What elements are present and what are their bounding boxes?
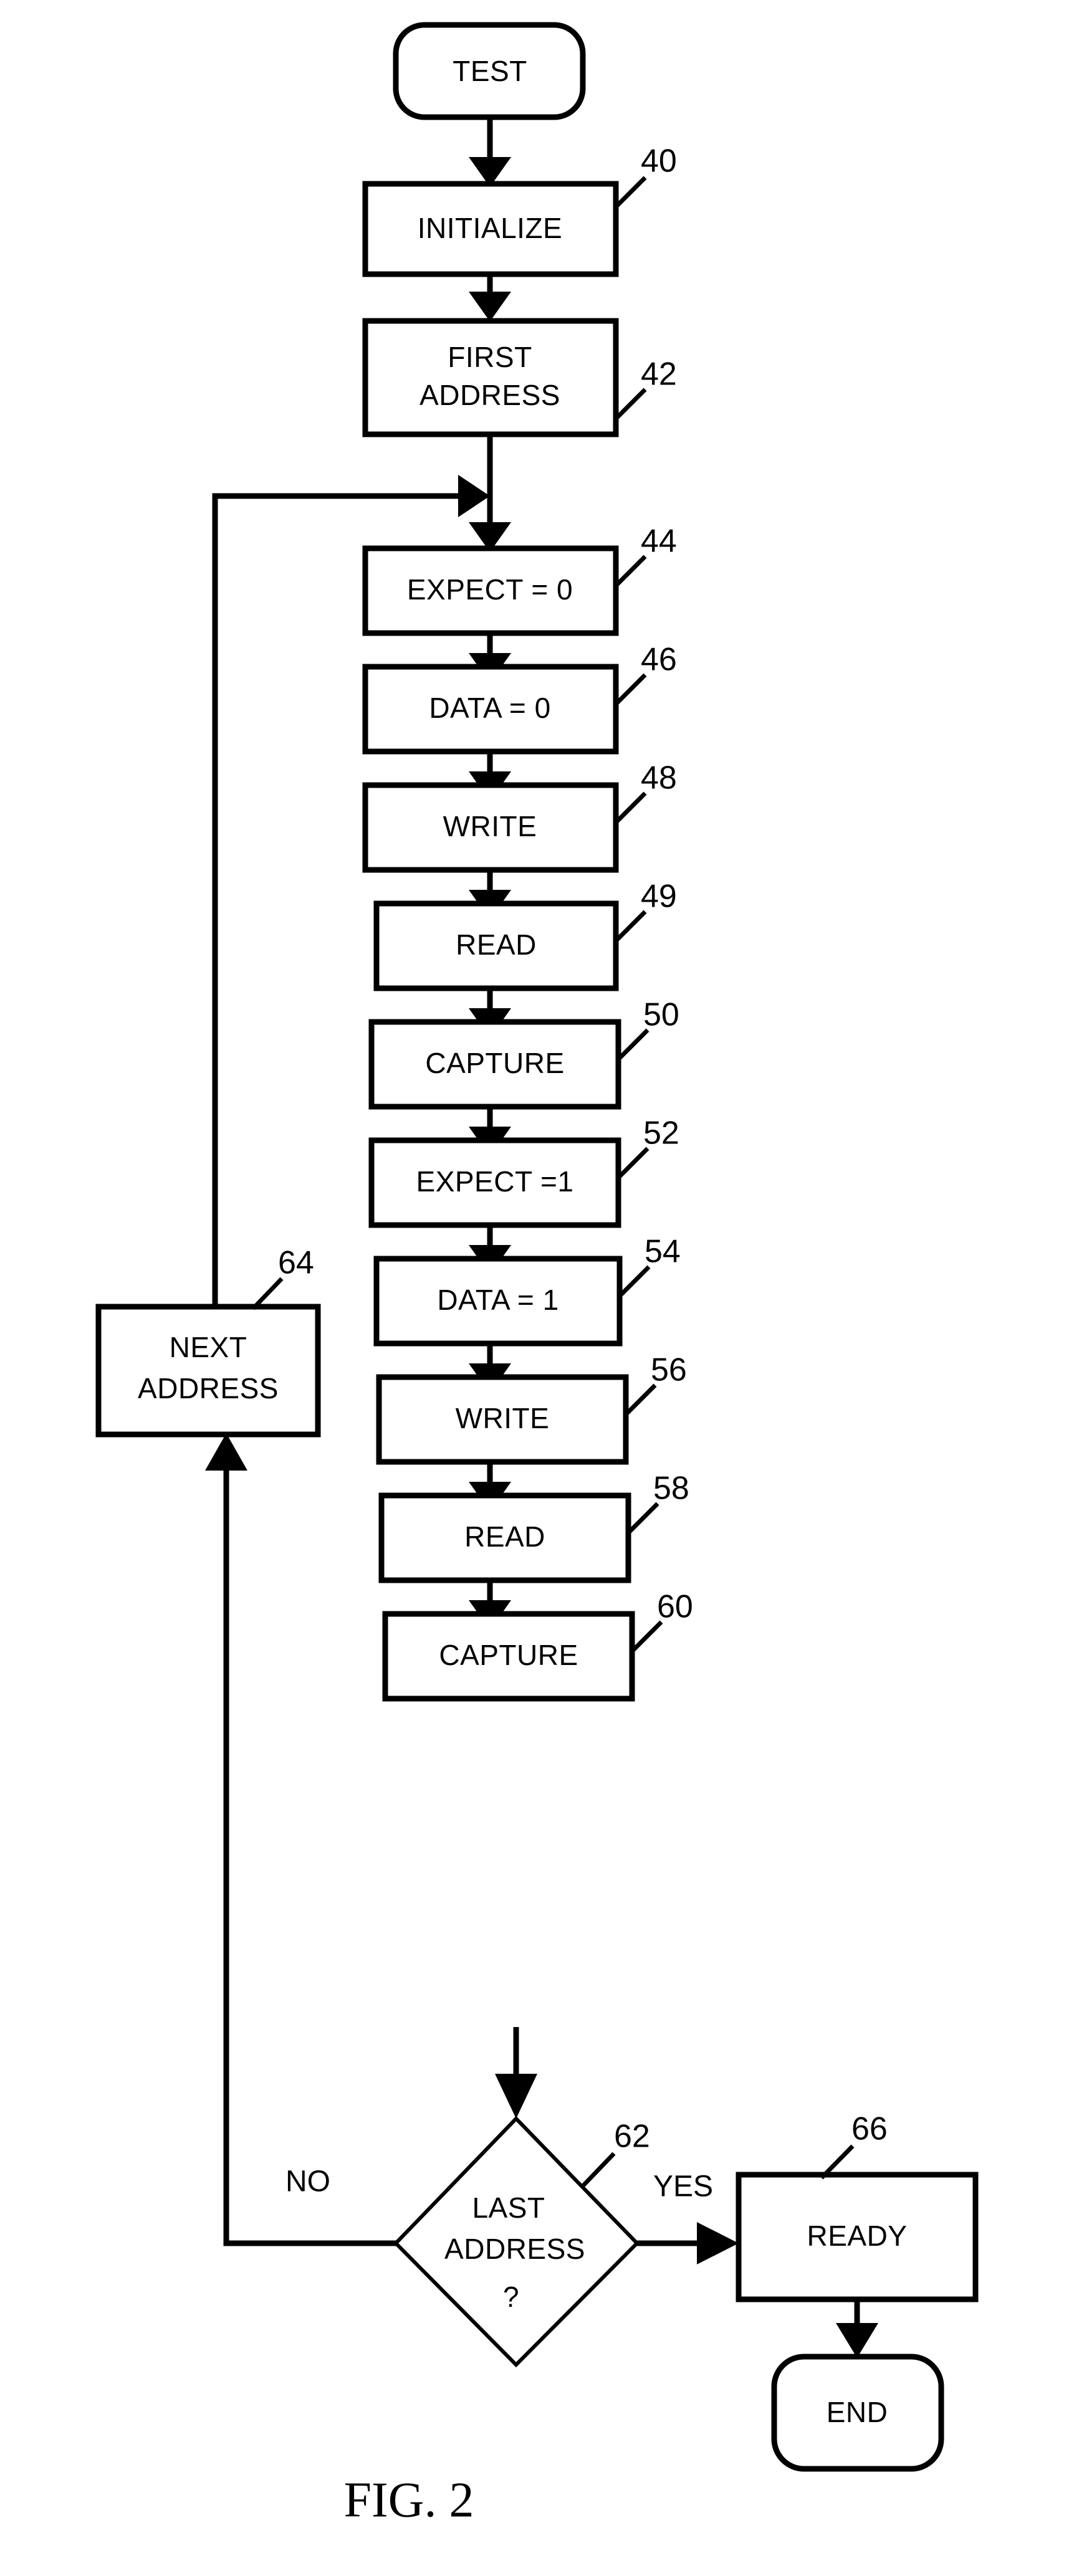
figure-root: TEST INITIALIZE 40 FIRST ADDRESS 42 EXPE… xyxy=(0,0,1069,2576)
next-address-shape xyxy=(95,1304,321,1438)
write-1-label: WRITE xyxy=(443,810,537,842)
next-address-label-line2: ADDRESS xyxy=(138,1372,279,1405)
branch-label-no: NO xyxy=(285,2165,330,2198)
first-address-label-line1: FIRST xyxy=(448,341,532,373)
ref-callout-50: 50 xyxy=(618,997,679,1060)
node-test-start[interactable]: TEST xyxy=(393,22,586,120)
ref-callout-60: 60 xyxy=(631,1589,693,1652)
node-data-0[interactable]: DATA = 0 xyxy=(362,664,619,755)
ref-number-50: 50 xyxy=(643,997,679,1033)
node-expect-0[interactable]: EXPECT = 0 xyxy=(362,545,619,636)
node-data-1[interactable]: DATA = 1 xyxy=(373,1256,623,1347)
ref-callout-42: 42 xyxy=(615,356,677,419)
node-first-address[interactable]: FIRST ADDRESS xyxy=(362,318,619,437)
next-address-label-line1: NEXT xyxy=(170,1331,247,1363)
ref-callout-49: 49 xyxy=(615,879,677,942)
node-initialize[interactable]: INITIALIZE xyxy=(362,181,619,277)
ref-number-62: 62 xyxy=(614,2119,650,2155)
ref-number-46: 46 xyxy=(641,642,677,678)
ref-number-64: 64 xyxy=(278,1245,314,1281)
node-read-1[interactable]: READ xyxy=(373,900,619,991)
ref-callout-58: 58 xyxy=(628,1471,689,1534)
ref-callout-52: 52 xyxy=(618,1115,679,1178)
node-next-address[interactable]: NEXT ADDRESS xyxy=(95,1304,321,1438)
node-ready[interactable]: READY xyxy=(736,2172,979,2302)
initialize-label: INITIALIZE xyxy=(418,212,562,244)
expect-1-label: EXPECT =1 xyxy=(416,1165,574,1198)
ref-callout-44: 44 xyxy=(615,523,677,586)
flowchart-canvas: TEST INITIALIZE 40 FIRST ADDRESS 42 EXPE… xyxy=(95,22,979,2527)
ref-callout-66: 66 xyxy=(820,2111,888,2180)
ref-callout-48: 48 xyxy=(615,760,677,823)
node-decision-last-address[interactable]: LAST ADDRESS ? xyxy=(393,2116,640,2368)
decision-label-line1: LAST xyxy=(472,2192,545,2224)
ref-number-44: 44 xyxy=(641,523,677,560)
connector-decision-yes-to-ready xyxy=(637,2222,739,2264)
data-1-label: DATA = 1 xyxy=(437,1284,558,1316)
connector-capture2-to-decision xyxy=(495,2027,537,2119)
ref-number-56: 56 xyxy=(651,1352,687,1388)
decision-label-line2: ADDRESS xyxy=(444,2233,585,2265)
node-capture-1[interactable]: CAPTURE xyxy=(368,1019,621,1110)
first-address-label-line2: ADDRESS xyxy=(419,379,560,411)
ref-callout-62: 62 xyxy=(582,2119,650,2187)
node-read-2[interactable]: READ xyxy=(378,1492,631,1583)
node-capture-2[interactable]: CAPTURE xyxy=(382,1611,635,1702)
ref-number-49: 49 xyxy=(641,879,677,915)
test-label: TEST xyxy=(453,55,527,87)
connector-initialize-to-first-address xyxy=(469,273,511,322)
ref-callout-56: 56 xyxy=(625,1352,687,1415)
ref-callout-54: 54 xyxy=(619,1234,681,1297)
connector-ready-to-end xyxy=(836,2301,878,2358)
node-write-2[interactable]: WRITE xyxy=(376,1374,629,1465)
ref-number-52: 52 xyxy=(643,1115,679,1152)
ref-number-58: 58 xyxy=(653,1471,689,1507)
ref-number-48: 48 xyxy=(641,760,677,796)
data-0-label: DATA = 0 xyxy=(429,692,550,724)
expect-0-label: EXPECT = 0 xyxy=(407,573,573,606)
ref-number-60: 60 xyxy=(657,1589,693,1625)
ref-callout-46: 46 xyxy=(615,642,677,705)
node-expect-1[interactable]: EXPECT =1 xyxy=(368,1137,621,1228)
read-2-label: READ xyxy=(464,1520,545,1553)
figure-caption: FIG. 2 xyxy=(344,2473,474,2527)
ref-callout-40: 40 xyxy=(615,143,677,208)
branch-label-yes: YES xyxy=(653,2170,713,2203)
ref-number-54: 54 xyxy=(645,1234,681,1270)
node-end[interactable]: END xyxy=(771,2354,944,2472)
capture-1-label: CAPTURE xyxy=(425,1047,564,1079)
write-2-label: WRITE xyxy=(456,1402,550,1434)
ref-number-42: 42 xyxy=(641,356,677,393)
ref-number-66: 66 xyxy=(851,2111,888,2147)
ready-label: READY xyxy=(807,2220,908,2252)
connector-start-to-initialize xyxy=(469,116,511,187)
read-1-label: READ xyxy=(456,928,537,961)
decision-label-line3: ? xyxy=(503,2281,519,2313)
connector-decision-no-to-next-address xyxy=(205,1433,396,2246)
capture-2-label: CAPTURE xyxy=(439,1639,578,1671)
end-label: END xyxy=(827,2396,888,2428)
node-write-1[interactable]: WRITE xyxy=(362,782,619,873)
ref-callout-64: 64 xyxy=(251,1245,314,1310)
ref-number-40: 40 xyxy=(641,143,677,179)
first-address-shape xyxy=(362,318,619,437)
